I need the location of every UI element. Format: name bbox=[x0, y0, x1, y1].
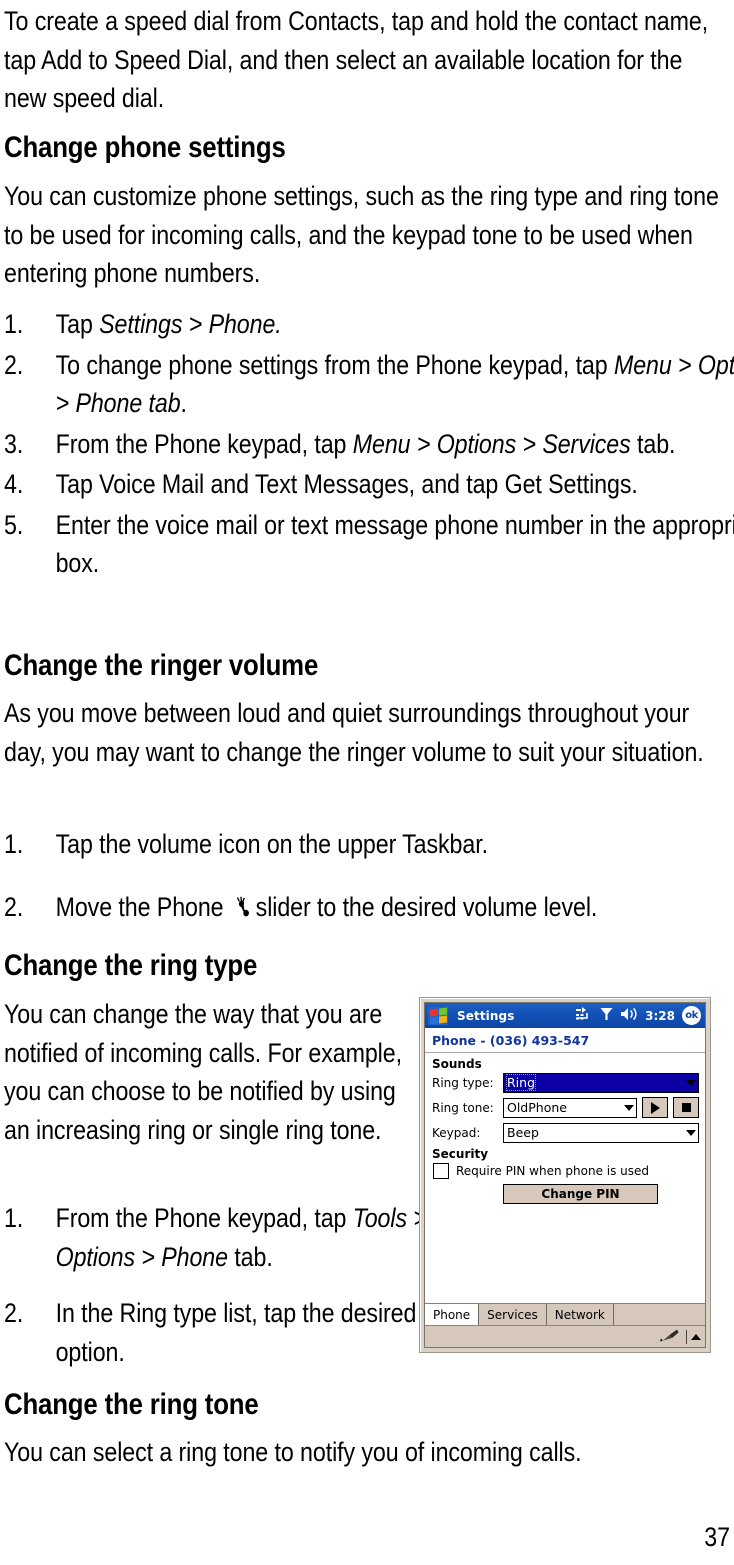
phone-ringer-icon bbox=[232, 896, 254, 920]
ring-type-paragraph: You can change the way that you are noti… bbox=[4, 999, 402, 1145]
list-item: 3. From the Phone keypad, tap Menu > Opti… bbox=[4, 425, 734, 464]
change-pin-button[interactable]: Change PIN bbox=[503, 1184, 658, 1204]
titlebar-icon-tray: 3:28 ok bbox=[576, 1003, 701, 1028]
step-text-pre: Move the Phone bbox=[55, 891, 230, 922]
list-number: 1. bbox=[4, 829, 24, 859]
list-number: 2. bbox=[4, 349, 24, 380]
list-number: 2. bbox=[4, 891, 24, 922]
keypad-row: Keypad: Beep bbox=[432, 1122, 699, 1143]
keypad-select[interactable]: Beep bbox=[503, 1122, 699, 1143]
pda-status-bar bbox=[425, 1325, 705, 1347]
list-number: 3. bbox=[4, 428, 24, 459]
tab-network[interactable]: Network bbox=[546, 1304, 614, 1325]
step-text-post: . bbox=[180, 388, 187, 418]
step-text-em: Settings > Phone. bbox=[99, 309, 282, 339]
tab-bar-filler bbox=[613, 1304, 705, 1325]
require-pin-checkbox[interactable] bbox=[433, 1163, 449, 1179]
list-item: 2. To change phone settings from the Phon… bbox=[4, 346, 734, 423]
list-item: 1. From the Phone keypad, tap Tools > Opt… bbox=[4, 1199, 460, 1276]
step-text-pre: From the Phone keypad, tap bbox=[55, 1203, 353, 1233]
step-text-pre: To change phone settings from the Phone … bbox=[55, 349, 614, 380]
step-text-pre: From the Phone keypad, tap bbox=[55, 428, 353, 459]
ring-type-value: Ring bbox=[505, 1074, 537, 1091]
heading-change-ringer-volume: Change the ringer volume bbox=[4, 649, 319, 682]
play-button[interactable] bbox=[642, 1097, 668, 1118]
ringer-volume-paragraph: As you move between loud and quiet surro… bbox=[4, 698, 704, 767]
ring-tone-row: Ring tone: OldPhone bbox=[432, 1097, 699, 1118]
pda-subtitle: Phone - (036) 493-547 bbox=[425, 1028, 705, 1053]
phone-settings-paragraph: You can customize phone settings, such a… bbox=[4, 181, 719, 288]
keypad-label: Keypad: bbox=[432, 1125, 481, 1140]
pda-screen: Settings 3:28 ok Phone - (036) 493-547 S… bbox=[424, 1002, 706, 1348]
chevron-down-icon bbox=[624, 1104, 634, 1111]
input-panel-icon[interactable] bbox=[659, 1327, 679, 1346]
pda-titlebar: Settings 3:28 ok bbox=[425, 1003, 705, 1028]
ring-tone-value: OldPhone bbox=[507, 1100, 567, 1115]
list-item: 1. Tap Settings > Phone. bbox=[4, 305, 734, 344]
list-number: 1. bbox=[4, 309, 24, 339]
windows-logo-icon[interactable] bbox=[428, 1006, 448, 1025]
step-text-post: tab. bbox=[630, 428, 676, 459]
pda-app-title: Settings bbox=[457, 1008, 515, 1023]
ring-type-label: Ring type: bbox=[432, 1075, 494, 1090]
list-item: 5. Enter the voice mail or text message p… bbox=[4, 506, 734, 583]
chevron-down-icon bbox=[686, 1079, 696, 1086]
pda-settings-body: Sounds Ring type: Ring Ring tone: OldPho… bbox=[425, 1053, 705, 1305]
intro-paragraph: To create a speed dial from Contacts, ta… bbox=[4, 6, 709, 113]
heading-change-ring-type: Change the ring type bbox=[4, 949, 258, 982]
list-item: 1. Tap the volume icon on the upper Taskb… bbox=[4, 825, 734, 864]
require-pin-label: Require PIN when phone is used bbox=[456, 1164, 650, 1178]
list-item: 4. Tap Voice Mail and Text Messages, and … bbox=[4, 465, 734, 504]
manual-page: To create a speed dial from Contacts, ta… bbox=[0, 0, 734, 1565]
tab-phone[interactable]: Phone bbox=[425, 1304, 480, 1325]
keypad-value: Beep bbox=[507, 1125, 539, 1140]
heading-change-phone-settings: Change phone settings bbox=[4, 131, 286, 164]
signal-icon[interactable] bbox=[600, 1006, 613, 1025]
list-number: 5. bbox=[4, 509, 24, 540]
step-text-pre: Enter the voice mail or text message pho… bbox=[55, 509, 734, 579]
ring-tone-paragraph: You can select a ring tone to notify you… bbox=[4, 1437, 582, 1467]
list-item: 2. Move the Phone slider to the desired v… bbox=[4, 888, 734, 927]
chevron-down-icon bbox=[686, 1129, 696, 1136]
step-text-em: Menu > Options > Services bbox=[352, 428, 631, 459]
tab-services[interactable]: Services bbox=[479, 1304, 547, 1325]
ring-type-select[interactable]: Ring bbox=[503, 1072, 699, 1093]
stop-button[interactable] bbox=[673, 1097, 699, 1118]
status-divider bbox=[686, 1329, 687, 1344]
security-group-label: Security bbox=[432, 1147, 489, 1161]
volume-icon[interactable] bbox=[620, 1006, 638, 1025]
ring-type-row: Ring type: Ring bbox=[432, 1072, 699, 1093]
ring-tone-label: Ring tone: bbox=[432, 1100, 494, 1115]
ring-type-step-list: 1. From the Phone keypad, tap Tools > Opt… bbox=[4, 1199, 427, 1371]
list-number: 1. bbox=[4, 1203, 24, 1233]
phone-settings-step-list: 1. Tap Settings > Phone. 2. To change phon… bbox=[4, 305, 734, 583]
pocketpc-settings-screenshot: Settings 3:28 ok Phone - (036) 493-547 S… bbox=[419, 997, 711, 1353]
ring-tone-select[interactable]: OldPhone bbox=[503, 1097, 637, 1118]
connectivity-icon[interactable] bbox=[576, 1006, 593, 1025]
step-text-pre: Tap Voice Mail and Text Messages, and ta… bbox=[55, 469, 638, 499]
sounds-group-label: Sounds bbox=[432, 1057, 482, 1071]
step-text-post: slider to the desired volume level. bbox=[255, 891, 598, 922]
play-icon bbox=[650, 1101, 660, 1114]
stop-icon bbox=[681, 1103, 691, 1112]
heading-change-ring-tone: Change the ring tone bbox=[4, 1388, 259, 1421]
pda-clock: 3:28 bbox=[645, 1008, 675, 1023]
chevron-up-icon[interactable] bbox=[691, 1333, 701, 1340]
ringer-volume-step-list: 1. Tap the volume icon on the upper Taskb… bbox=[4, 825, 728, 926]
step-text-pre: Tap bbox=[55, 309, 100, 339]
pda-tab-bar: Phone Services Network bbox=[425, 1303, 705, 1325]
step-text-pre: In the Ring type list, tap the desired o… bbox=[55, 1298, 417, 1367]
ok-button[interactable]: ok bbox=[682, 1006, 701, 1025]
step-text: Tap the volume icon on the upper Taskbar… bbox=[55, 829, 488, 859]
list-number: 4. bbox=[4, 469, 24, 499]
step-text-post: tab. bbox=[227, 1241, 273, 1272]
list-number: 2. bbox=[4, 1298, 24, 1328]
page-number: 37 bbox=[704, 1522, 730, 1552]
require-pin-row[interactable]: Require PIN when phone is used bbox=[432, 1163, 699, 1179]
list-item: 2. In the Ring type list, tap the desired… bbox=[4, 1294, 460, 1371]
